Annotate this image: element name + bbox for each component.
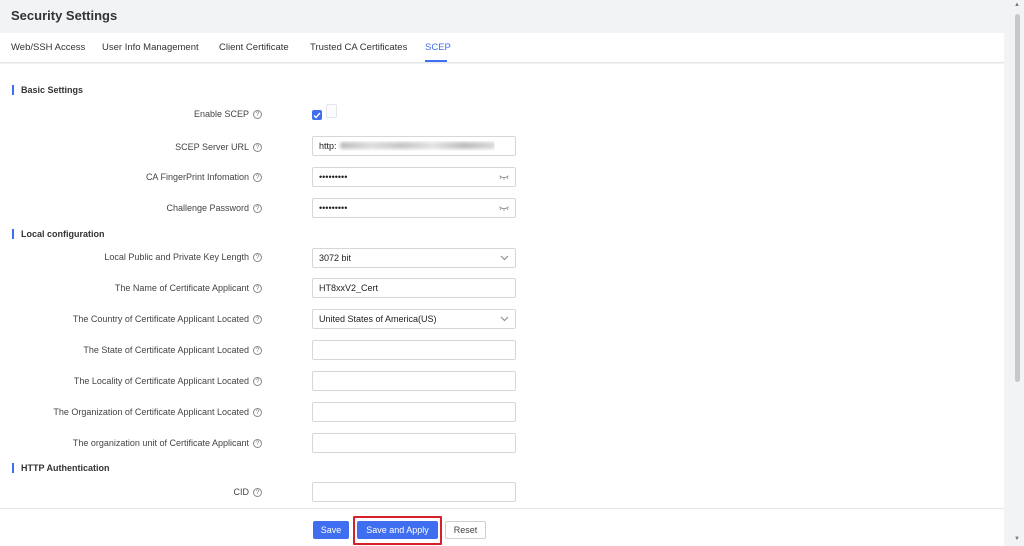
reset-button[interactable]: Reset — [445, 521, 486, 539]
eye-closed-icon[interactable] — [499, 172, 509, 182]
tab-client-certificate[interactable]: Client Certificate — [219, 42, 289, 53]
tab-scep[interactable]: SCEP — [425, 42, 451, 53]
vertical-scrollbar[interactable]: ▲ ▼ — [1012, 0, 1024, 546]
help-icon[interactable]: ? — [253, 283, 262, 293]
tab-user-info-management[interactable]: User Info Management — [102, 42, 199, 53]
scep-server-url-prefix: http: — [319, 141, 337, 151]
page-title: Security Settings — [11, 8, 118, 23]
country-select[interactable]: United States of America(US) — [312, 309, 516, 329]
chevron-down-icon — [499, 314, 509, 324]
applicant-name-label-text: The Name of Certificate Applicant — [114, 283, 249, 293]
applicant-name-label: The Name of Certificate Applicant ? — [115, 283, 262, 293]
applicant-name-input[interactable]: HT8xxV2_Cert — [312, 278, 516, 298]
locality-label-text: The Locality of Certificate Applicant Lo… — [73, 376, 249, 386]
org-unit-label-text: The organization unit of Certificate App… — [72, 438, 249, 448]
enable-scep-label: Enable SCEP ? — [194, 109, 262, 119]
organization-input[interactable] — [312, 402, 516, 422]
cid-input[interactable] — [312, 482, 516, 502]
help-icon[interactable]: ? — [253, 407, 262, 417]
help-icon[interactable]: ? — [253, 314, 262, 324]
scep-server-url-label-text: SCEP Server URL — [175, 142, 249, 152]
country-label-text: The Country of Certificate Applicant Loc… — [72, 314, 249, 324]
locality-input[interactable] — [312, 371, 516, 391]
tab-web-ssh-access[interactable]: Web/SSH Access — [11, 42, 85, 53]
cid-label-text: CID — [233, 487, 250, 497]
save-button[interactable]: Save — [313, 521, 349, 539]
key-length-label-text: Local Public and Private Key Length — [104, 252, 249, 262]
state-label-text: The State of Certificate Applicant Locat… — [83, 345, 249, 355]
scep-server-url-value: http: — [319, 141, 495, 151]
cid-label: CID ? — [233, 487, 262, 497]
state-label: The State of Certificate Applicant Locat… — [83, 345, 262, 355]
active-tab-indicator — [425, 60, 447, 62]
organization-label: The Organization of Certificate Applican… — [53, 407, 262, 417]
state-input[interactable] — [312, 340, 516, 360]
action-footer: Save Save and Apply Reset — [0, 508, 1004, 546]
key-length-label: Local Public and Private Key Length ? — [104, 252, 262, 262]
tab-bar: Web/SSH Access User Info Management Clie… — [0, 33, 1004, 63]
ca-fingerprint-input[interactable]: ••••••••• — [312, 167, 516, 187]
eye-closed-icon[interactable] — [499, 203, 509, 213]
checkbox-frame — [326, 104, 337, 118]
scroll-thumb[interactable] — [1015, 14, 1020, 382]
ca-fingerprint-value: ••••••••• — [319, 172, 348, 182]
section-local-configuration: Local configuration — [12, 229, 105, 239]
locality-label: The Locality of Certificate Applicant Lo… — [74, 376, 262, 386]
org-unit-label: The organization unit of Certificate App… — [73, 438, 262, 448]
section-http-authentication: HTTP Authentication — [12, 463, 110, 473]
help-icon[interactable]: ? — [253, 142, 262, 152]
section-basic-settings: Basic Settings — [12, 85, 83, 95]
challenge-password-label: Challenge Password ? — [166, 203, 262, 213]
help-icon[interactable]: ? — [253, 203, 262, 213]
enable-scep-label-text: Enable SCEP — [193, 109, 249, 119]
challenge-password-label-text: Challenge Password — [166, 203, 249, 213]
enable-scep-checkbox[interactable] — [312, 110, 322, 120]
scroll-up-icon[interactable]: ▲ — [1014, 2, 1020, 8]
chevron-down-icon — [499, 253, 509, 263]
tab-trusted-ca-certificates[interactable]: Trusted CA Certificates — [310, 42, 407, 53]
help-icon[interactable]: ? — [253, 376, 262, 386]
country-label: The Country of Certificate Applicant Loc… — [73, 314, 262, 324]
key-length-value: 3072 bit — [319, 253, 352, 263]
scroll-down-icon[interactable]: ▼ — [1014, 536, 1020, 542]
help-icon[interactable]: ? — [253, 252, 262, 262]
scep-server-url-label: SCEP Server URL ? — [175, 142, 262, 152]
redacted-url-blur — [339, 142, 495, 149]
help-icon[interactable]: ? — [253, 487, 262, 497]
key-length-select[interactable]: 3072 bit — [312, 248, 516, 268]
help-icon[interactable]: ? — [253, 345, 262, 355]
help-icon[interactable]: ? — [253, 109, 262, 119]
page-header: Security Settings — [0, 0, 1012, 33]
org-unit-input[interactable] — [312, 433, 516, 453]
highlight-annotation — [353, 516, 442, 545]
country-value: United States of America(US) — [319, 314, 437, 324]
ca-fingerprint-label-text: CA FingerPrint Infomation — [145, 172, 249, 182]
check-icon — [313, 112, 321, 119]
organization-label-text: The Organization of Certificate Applican… — [53, 407, 249, 417]
applicant-name-value: HT8xxV2_Cert — [319, 283, 379, 293]
scep-settings-form: Basic Settings Enable SCEP ? SCEP Server… — [0, 64, 1004, 508]
ca-fingerprint-label: CA FingerPrint Infomation ? — [146, 172, 262, 182]
challenge-password-value: ••••••••• — [319, 203, 348, 213]
challenge-password-input[interactable]: ••••••••• — [312, 198, 516, 218]
scep-server-url-input[interactable]: http: — [312, 136, 516, 156]
help-icon[interactable]: ? — [253, 172, 262, 182]
help-icon[interactable]: ? — [253, 438, 262, 448]
